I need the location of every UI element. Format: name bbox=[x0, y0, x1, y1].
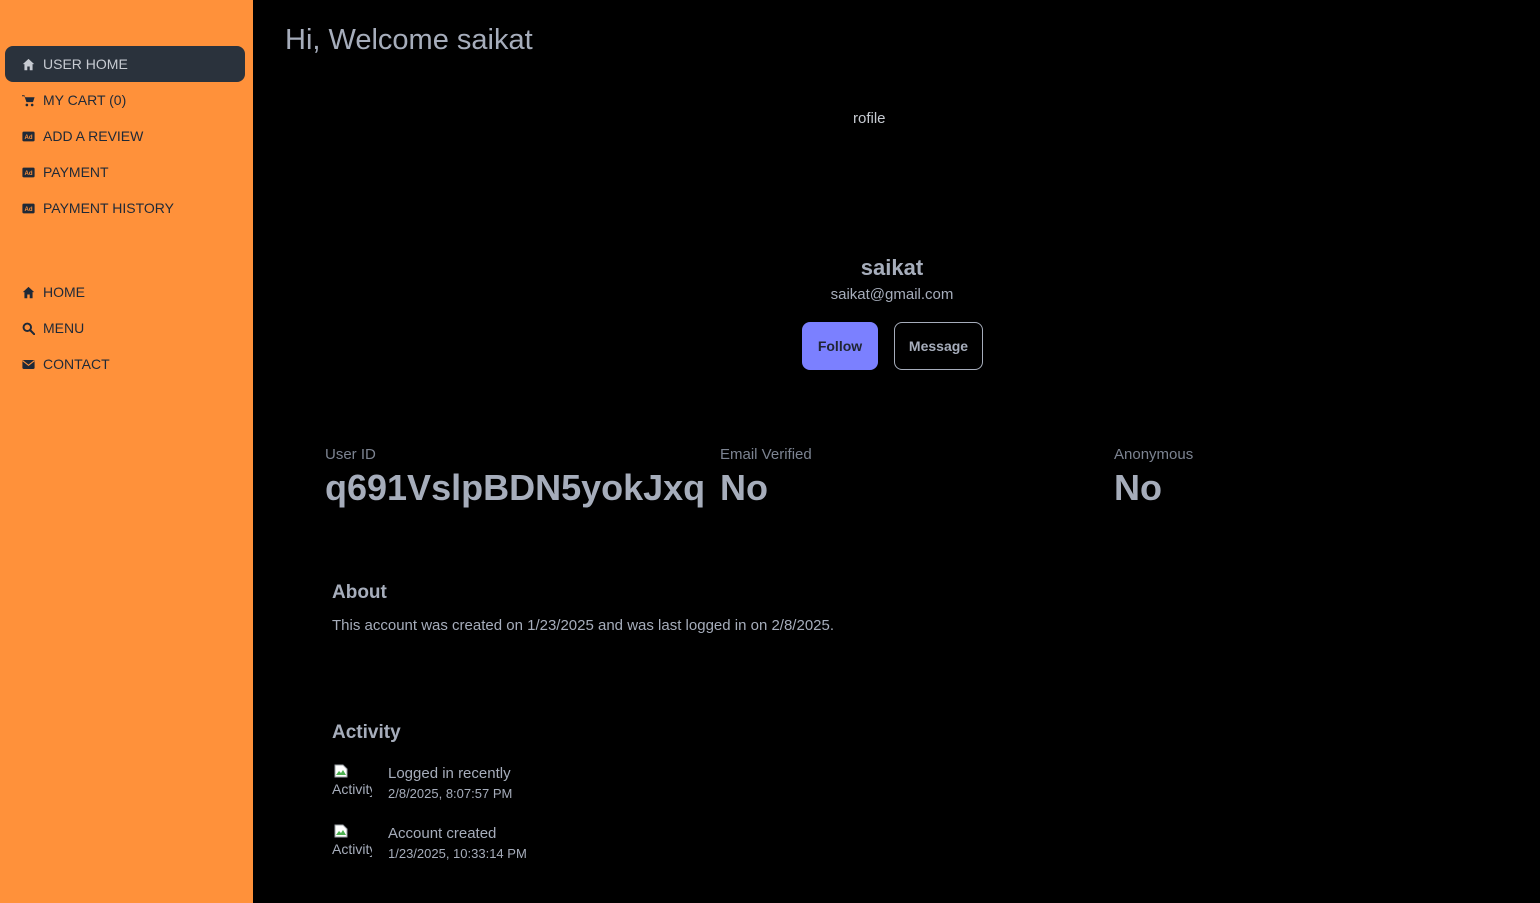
stat-email-verified: Email Verified No bbox=[720, 446, 1100, 509]
ad-icon: Ad bbox=[21, 165, 35, 179]
sidebar-item-label: MY CART (0) bbox=[43, 92, 127, 108]
sidebar-item-payment-history[interactable]: Ad PAYMENT HISTORY bbox=[5, 190, 245, 226]
activity-time: 2/8/2025, 8:07:57 PM bbox=[388, 786, 513, 801]
sidebar-item-label: MENU bbox=[43, 320, 85, 336]
activity-title: Account created bbox=[388, 825, 497, 842]
sidebar-item-home[interactable]: HOME bbox=[5, 274, 245, 310]
stat-title: Email Verified bbox=[720, 446, 812, 463]
sidebar: USER HOME MY CART (0) Ad ADD A REVIEW Ad… bbox=[0, 0, 253, 903]
activity-image-alt: Activity bbox=[332, 781, 372, 797]
ad-icon: Ad bbox=[21, 201, 35, 215]
envelope-icon bbox=[21, 357, 35, 371]
main-content: Hi, Welcome saikat rofile saikat saikat@… bbox=[253, 0, 1540, 903]
sidebar-item-label: PAYMENT HISTORY bbox=[43, 200, 174, 216]
stat-value: No bbox=[720, 467, 768, 508]
sidebar-item-menu[interactable]: MENU bbox=[5, 310, 245, 346]
activity-title: Logged in recently bbox=[388, 765, 511, 782]
activity-heading: Activity bbox=[332, 722, 401, 743]
sidebar-item-label: HOME bbox=[43, 284, 85, 300]
sidebar-item-payment[interactable]: Ad PAYMENT bbox=[5, 154, 245, 190]
sidebar-item-label: USER HOME bbox=[43, 56, 128, 72]
activity-image-alt: Activity bbox=[332, 841, 372, 857]
activity-item: Activity Account created 1/23/2025, 10:3… bbox=[332, 824, 527, 864]
activity-body: Logged in recently 2/8/2025, 8:07:57 PM bbox=[388, 764, 512, 804]
activity-item: Activity Logged in recently 2/8/2025, 8:… bbox=[332, 764, 512, 804]
activity-image: Activity bbox=[332, 764, 372, 804]
page-title: Hi, Welcome saikat bbox=[285, 24, 533, 56]
sidebar-item-my-cart[interactable]: MY CART (0) bbox=[5, 82, 245, 118]
svg-text:Ad: Ad bbox=[24, 170, 32, 177]
activity-image: Activity bbox=[332, 824, 372, 864]
user-nav: USER HOME MY CART (0) Ad ADD A REVIEW Ad… bbox=[5, 46, 245, 226]
stat-anonymous: Anonymous No bbox=[1114, 446, 1494, 509]
sidebar-item-add-review[interactable]: Ad ADD A REVIEW bbox=[5, 118, 245, 154]
profile-email: saikat@gmail.com bbox=[830, 286, 954, 303]
about-heading: About bbox=[332, 582, 387, 603]
follow-button[interactable]: Follow bbox=[802, 322, 878, 370]
message-button[interactable]: Message bbox=[894, 322, 983, 370]
stat-value: q691VslpBDN5yokJxqJ bbox=[325, 467, 705, 508]
home-icon bbox=[21, 57, 35, 71]
sidebar-item-user-home[interactable]: USER HOME bbox=[5, 46, 245, 82]
broken-image-icon bbox=[334, 764, 348, 778]
ad-icon: Ad bbox=[21, 129, 35, 143]
about-text: This account was created on 1/23/2025 an… bbox=[332, 617, 835, 634]
broken-image-icon bbox=[334, 824, 348, 838]
svg-text:Ad: Ad bbox=[24, 134, 32, 141]
sidebar-item-label: CONTACT bbox=[43, 356, 110, 372]
stat-value: No bbox=[1114, 467, 1162, 508]
search-icon bbox=[21, 321, 35, 335]
activity-body: Account created 1/23/2025, 10:33:14 PM bbox=[388, 824, 527, 864]
profile-name: saikat bbox=[860, 255, 924, 280]
cart-icon bbox=[21, 93, 35, 107]
stat-title: User ID bbox=[325, 446, 376, 463]
sidebar-item-label: ADD A REVIEW bbox=[43, 128, 144, 144]
stat-title: Anonymous bbox=[1114, 446, 1194, 463]
sidebar-item-label: PAYMENT bbox=[43, 164, 109, 180]
svg-text:Ad: Ad bbox=[24, 206, 32, 213]
activity-time: 1/23/2025, 10:33:14 PM bbox=[388, 846, 527, 861]
home-icon bbox=[21, 285, 35, 299]
stat-user-id: User ID q691VslpBDN5yokJxqJ bbox=[325, 446, 705, 509]
sidebar-item-contact[interactable]: CONTACT bbox=[5, 346, 245, 382]
profile-image: rofile bbox=[853, 110, 886, 127]
site-nav: HOME MENU CONTACT bbox=[5, 274, 245, 382]
